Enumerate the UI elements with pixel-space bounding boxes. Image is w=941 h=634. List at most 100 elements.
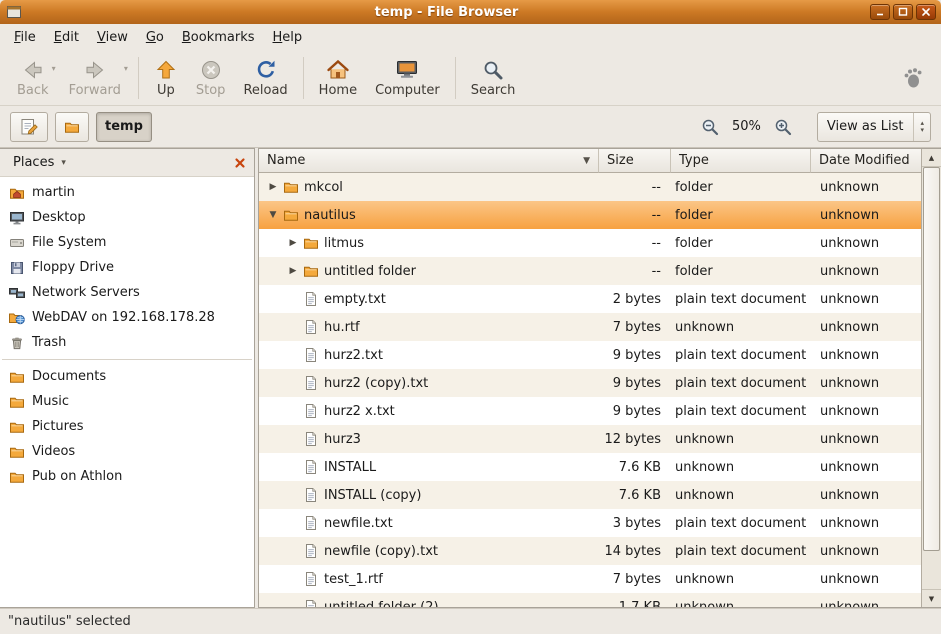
table-row[interactable]: empty.txt2 bytesplain text documentunkno… bbox=[259, 285, 921, 313]
scroll-up-button[interactable]: ▲ bbox=[922, 149, 941, 167]
scrollbar-track[interactable] bbox=[922, 167, 941, 589]
type-cell: folder bbox=[671, 257, 811, 285]
table-row[interactable]: hurz2 x.txt9 bytesplain text documentunk… bbox=[259, 397, 921, 425]
titlebar[interactable]: temp - File Browser bbox=[0, 0, 941, 24]
table-row[interactable]: ▶untitled folder--folderunknown bbox=[259, 257, 921, 285]
file-name: mkcol bbox=[304, 180, 343, 195]
up-button[interactable]: Up bbox=[145, 55, 187, 100]
date-cell: unknown bbox=[811, 229, 921, 257]
sidebar-item-martin[interactable]: martin bbox=[0, 180, 254, 205]
date-cell: unknown bbox=[811, 313, 921, 341]
table-row[interactable]: hu.rtf7 bytesunknownunknown bbox=[259, 313, 921, 341]
sidebar-item-trash[interactable]: Trash bbox=[0, 330, 254, 355]
size-cell: 2 bytes bbox=[599, 285, 671, 313]
home-dir-icon bbox=[9, 185, 25, 201]
home-button[interactable]: Home bbox=[310, 55, 366, 100]
path-button-root[interactable] bbox=[55, 112, 89, 142]
name-cell: newfile.txt bbox=[259, 509, 599, 537]
file-list-area: Name▼SizeTypeDate Modified ▶mkcol--folde… bbox=[258, 148, 941, 608]
minimize-button[interactable] bbox=[870, 4, 890, 20]
file-type: unknown bbox=[675, 600, 734, 608]
path-button-current[interactable]: temp bbox=[96, 112, 152, 142]
network-icon bbox=[9, 285, 25, 301]
date-cell: unknown bbox=[811, 369, 921, 397]
name-cell: hurz2 (copy).txt bbox=[259, 369, 599, 397]
view-mode-combo[interactable]: View as List ▴▾ bbox=[817, 112, 931, 142]
sidebar-item-documents[interactable]: Documents bbox=[0, 364, 254, 389]
column-header-name[interactable]: Name▼ bbox=[259, 149, 599, 173]
sidebar-item-music[interactable]: Music bbox=[0, 389, 254, 414]
sidebar-item-videos[interactable]: Videos bbox=[0, 439, 254, 464]
text-file-icon bbox=[303, 403, 319, 419]
table-row[interactable]: test_1.rtf7 bytesunknownunknown bbox=[259, 565, 921, 593]
reload-button[interactable]: Reload bbox=[234, 55, 296, 100]
file-list: Name▼SizeTypeDate Modified ▶mkcol--folde… bbox=[259, 149, 921, 607]
text-file-icon bbox=[303, 487, 319, 503]
expander-collapsed-icon[interactable]: ▶ bbox=[283, 238, 303, 248]
expander-collapsed-icon[interactable]: ▶ bbox=[263, 182, 283, 192]
name-cell: INSTALL bbox=[259, 453, 599, 481]
table-row[interactable]: newfile (copy).txt14 bytesplain text doc… bbox=[259, 537, 921, 565]
column-header-size[interactable]: Size bbox=[599, 149, 671, 173]
toggle-location-entry-button[interactable] bbox=[10, 112, 48, 142]
name-cell: ▶litmus bbox=[259, 229, 599, 257]
column-label: Type bbox=[679, 153, 709, 168]
menu-edit[interactable]: Edit bbox=[45, 27, 88, 48]
throbber-icon bbox=[901, 66, 925, 90]
sidebar-item-floppy-drive[interactable]: Floppy Drive bbox=[0, 255, 254, 280]
table-row[interactable]: hurz2.txt9 bytesplain text documentunkno… bbox=[259, 341, 921, 369]
scroll-down-button[interactable]: ▼ bbox=[922, 589, 941, 607]
computer-icon bbox=[395, 58, 419, 82]
text-file-icon bbox=[303, 459, 319, 475]
menu-go[interactable]: Go bbox=[137, 27, 173, 48]
table-row[interactable]: newfile.txt3 bytesplain text documentunk… bbox=[259, 509, 921, 537]
name-cell: INSTALL (copy) bbox=[259, 481, 599, 509]
zoom-in-button[interactable] bbox=[770, 114, 796, 140]
reload-icon bbox=[254, 58, 278, 82]
maximize-button[interactable] bbox=[893, 4, 913, 20]
menu-help[interactable]: Help bbox=[264, 27, 312, 48]
date-cell: unknown bbox=[811, 425, 921, 453]
column-header-date[interactable]: Date Modified bbox=[811, 149, 921, 173]
table-row[interactable]: ▼nautilus--folderunknown bbox=[259, 201, 921, 229]
scrollbar-thumb[interactable] bbox=[923, 167, 940, 551]
file-date: unknown bbox=[820, 348, 879, 363]
menu-view[interactable]: View bbox=[88, 27, 137, 48]
file-name: untitled folder (2) bbox=[324, 600, 439, 608]
search-label: Search bbox=[471, 83, 516, 98]
places-selector[interactable]: Places ▾ bbox=[5, 153, 74, 172]
close-button[interactable] bbox=[916, 4, 936, 20]
file-name: hurz2 x.txt bbox=[324, 404, 395, 419]
sidebar-item-pub-on-athlon[interactable]: Pub on Athlon bbox=[0, 464, 254, 489]
file-size: 1.7 KB bbox=[619, 600, 661, 608]
table-row[interactable]: ▶litmus--folderunknown bbox=[259, 229, 921, 257]
sidebar-item-desktop[interactable]: Desktop bbox=[0, 205, 254, 230]
expander-expanded-icon[interactable]: ▼ bbox=[263, 210, 283, 220]
table-row[interactable]: hurz312 bytesunknownunknown bbox=[259, 425, 921, 453]
name-cell: hurz2 x.txt bbox=[259, 397, 599, 425]
menu-bookmarks[interactable]: Bookmarks bbox=[173, 27, 264, 48]
sidebar-item-pictures[interactable]: Pictures bbox=[0, 414, 254, 439]
table-row[interactable]: untitled folder (2)1.7 KBunknownunknown bbox=[259, 593, 921, 607]
file-size: 7 bytes bbox=[613, 572, 661, 587]
text-file-icon bbox=[303, 571, 319, 587]
sidebar-item-file-system[interactable]: File System bbox=[0, 230, 254, 255]
sidebar-item-webdav-on-192-168-178-28[interactable]: WebDAV on 192.168.178.28 bbox=[0, 305, 254, 330]
sidebar-close-button[interactable] bbox=[231, 154, 249, 172]
table-row[interactable]: INSTALL (copy)7.6 KBunknownunknown bbox=[259, 481, 921, 509]
folder-icon bbox=[9, 369, 25, 385]
computer-button[interactable]: Computer bbox=[366, 55, 449, 100]
column-header-type[interactable]: Type bbox=[671, 149, 811, 173]
file-name: test_1.rtf bbox=[324, 572, 383, 587]
zoom-out-button[interactable] bbox=[697, 114, 723, 140]
status-bar: "nautilus" selected bbox=[0, 608, 941, 634]
table-row[interactable]: hurz2 (copy).txt9 bytesplain text docume… bbox=[259, 369, 921, 397]
expander-collapsed-icon[interactable]: ▶ bbox=[283, 266, 303, 276]
menu-file[interactable]: File bbox=[5, 27, 45, 48]
vertical-scrollbar[interactable]: ▲ ▼ bbox=[921, 149, 941, 607]
name-cell: ▶ mkcol bbox=[259, 173, 599, 201]
search-button[interactable]: Search bbox=[462, 55, 525, 100]
sidebar-item-network-servers[interactable]: Network Servers bbox=[0, 280, 254, 305]
table-row[interactable]: ▶mkcol--folderunknown bbox=[259, 173, 921, 201]
table-row[interactable]: INSTALL7.6 KBunknownunknown bbox=[259, 453, 921, 481]
